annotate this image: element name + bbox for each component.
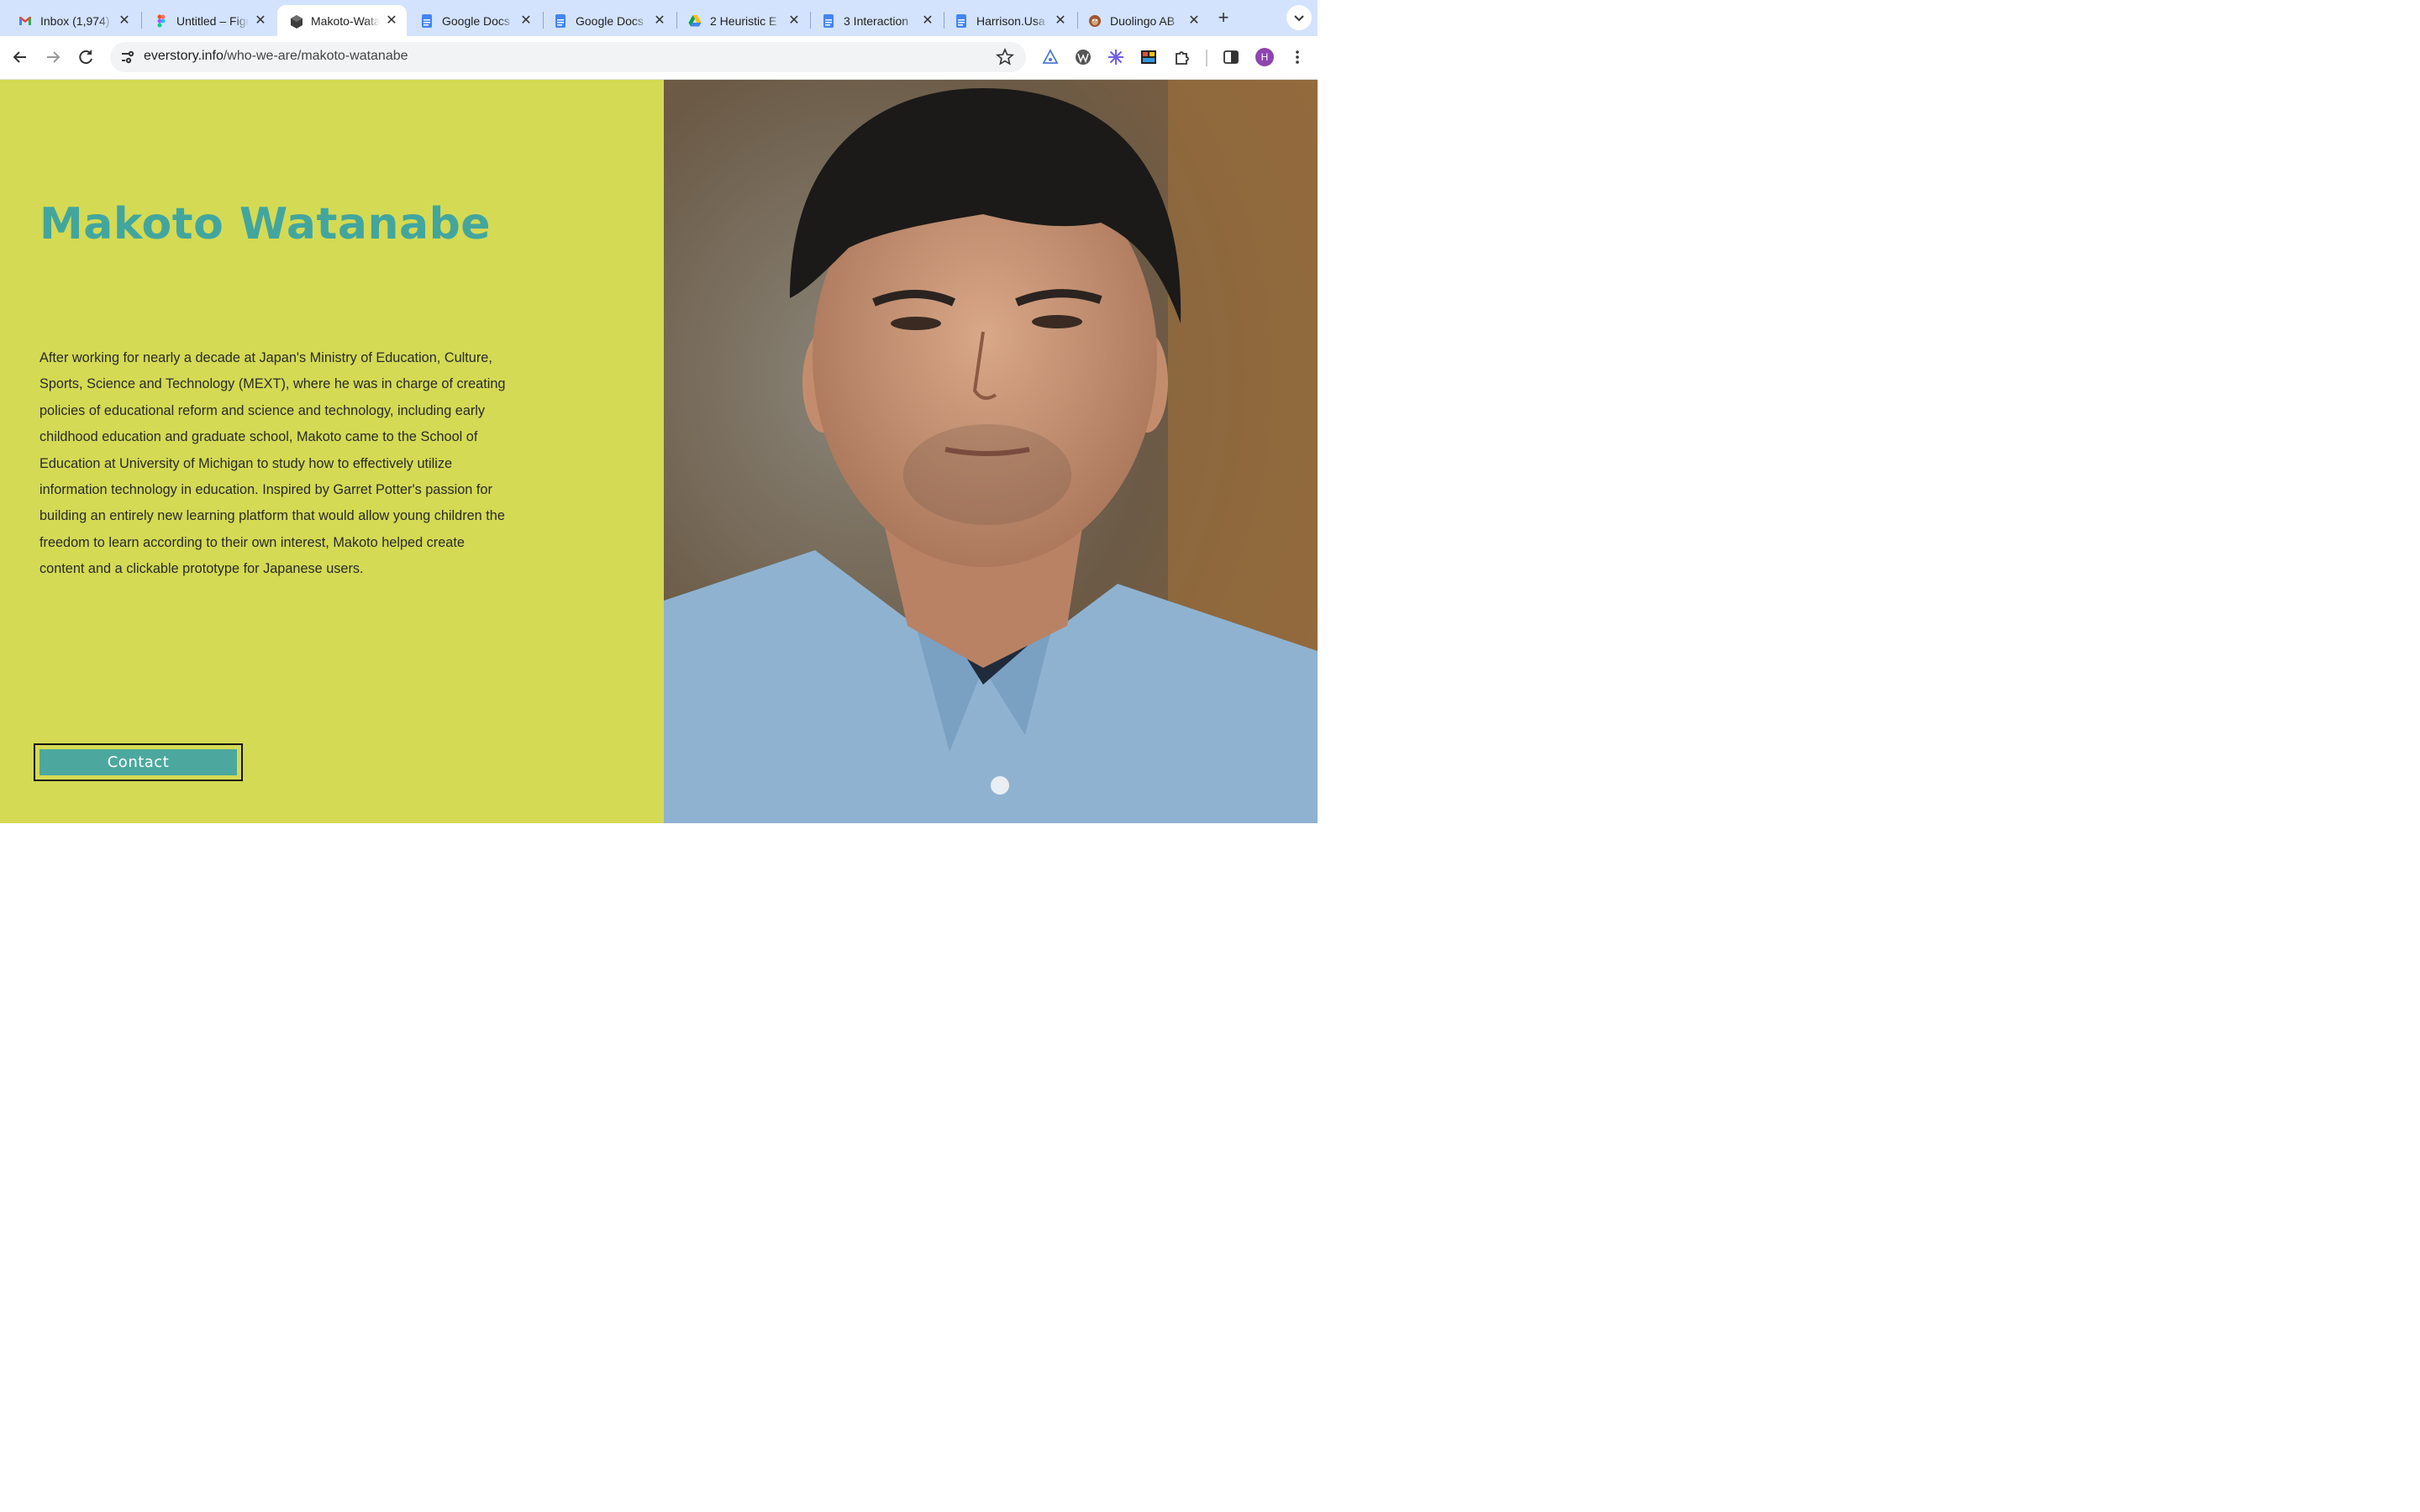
reload-button[interactable] <box>74 45 97 69</box>
bio-paragraph: After working for nearly a decade at Jap… <box>39 350 506 577</box>
browser-toolbar: everstory.info/who-we-are/makoto-watanab… <box>0 36 1318 80</box>
extension-triangle-icon[interactable] <box>1041 48 1060 66</box>
tab-google-docs-2[interactable]: Google Docs ✕ <box>542 5 675 36</box>
tab-heuristic[interactable]: 2 Heuristic E ✕ <box>676 5 809 36</box>
tab-figma[interactable]: Untitled – Figma ✕ <box>143 5 276 36</box>
tab-google-docs-1[interactable]: Google Docs ✕ <box>408 5 541 36</box>
close-icon[interactable]: ✕ <box>118 13 131 28</box>
duolingo-icon <box>1088 14 1102 28</box>
kebab-menu-icon[interactable] <box>1288 48 1307 66</box>
contact-button[interactable]: Contact <box>39 749 237 775</box>
close-icon[interactable]: ✕ <box>519 13 533 28</box>
asterisk-extension-icon[interactable] <box>1107 48 1125 66</box>
tab-separator <box>141 12 142 29</box>
gmail-icon <box>18 14 32 28</box>
bookmark-star-icon[interactable] <box>996 47 1014 66</box>
back-button[interactable] <box>8 45 32 69</box>
portrait-photo <box>664 80 1318 823</box>
new-tab-button[interactable]: + <box>1213 8 1234 29</box>
docs-icon <box>822 13 835 28</box>
close-icon[interactable]: ✕ <box>254 13 267 28</box>
close-icon[interactable]: ✕ <box>921 13 934 28</box>
close-icon[interactable]: ✕ <box>653 13 666 28</box>
tab-title: Inbox (1,974) <box>40 13 110 28</box>
tab-search-button[interactable] <box>1286 5 1312 30</box>
cube-icon <box>289 14 302 29</box>
url-path: /who-we-are/makoto-watanabe <box>223 49 408 63</box>
colorful-extension-icon[interactable] <box>1139 48 1158 66</box>
tab-makoto-watanabe[interactable]: Makoto-Watanabe ✕ <box>277 5 407 36</box>
profile-avatar[interactable]: H <box>1255 48 1274 66</box>
close-icon[interactable]: ✕ <box>1054 13 1067 28</box>
puzzle-piece-icon[interactable] <box>1173 48 1192 66</box>
wordpress-icon[interactable] <box>1074 48 1092 66</box>
tab-title: Google Docs <box>442 13 510 28</box>
address-bar[interactable]: everstory.info/who-we-are/makoto-watanab… <box>110 42 1026 72</box>
tab-strip: Inbox (1,974) ✕ Untitled – Figma ✕ Makot… <box>0 0 1318 36</box>
tab-title: Google Docs <box>576 13 644 28</box>
forward-button[interactable] <box>41 45 65 69</box>
arrow-left-icon <box>13 51 26 63</box>
reload-icon <box>79 50 92 65</box>
toolbar-divider <box>1206 50 1207 66</box>
tab-title: Duolingo AB <box>1110 13 1176 28</box>
contact-button-frame[interactable]: Contact <box>34 743 243 781</box>
tab-gmail[interactable]: Inbox (1,974) ✕ <box>7 5 139 36</box>
web-page: Makoto Watanabe After working for nearly… <box>0 80 1318 823</box>
bio-panel: Makoto Watanabe After working for nearly… <box>0 80 664 823</box>
drive-icon <box>688 14 702 28</box>
site-info-icon[interactable] <box>117 47 137 67</box>
docs-icon <box>554 13 567 28</box>
person-name-heading: Makoto Watanabe <box>39 199 492 249</box>
tab-title: 3 Interaction <box>844 13 909 28</box>
figma-icon <box>155 14 168 28</box>
tab-harrison[interactable]: Harrison.Usa ✕ <box>943 5 1076 36</box>
tab-title: Makoto-Watanabe <box>311 13 380 28</box>
arrow-right-icon <box>47 51 60 63</box>
chevron-down-icon <box>1294 15 1304 22</box>
docs-icon <box>955 13 968 28</box>
url-host: everstory.info <box>144 49 224 63</box>
url-text[interactable]: everstory.info/who-we-are/makoto-watanab… <box>144 49 408 64</box>
tab-title: 2 Heuristic E <box>710 13 777 28</box>
close-icon[interactable]: ✕ <box>1187 13 1201 28</box>
side-panel-icon[interactable] <box>1222 48 1240 66</box>
tab-duolingo[interactable]: Duolingo AB ✕ <box>1076 5 1209 36</box>
close-icon[interactable]: ✕ <box>787 13 801 28</box>
tab-interaction[interactable]: 3 Interaction ✕ <box>810 5 943 36</box>
tab-title: Untitled – Figma <box>176 13 249 28</box>
close-icon[interactable]: ✕ <box>385 13 398 28</box>
docs-icon <box>420 13 434 28</box>
portrait-illustration <box>664 80 1318 823</box>
tab-title: Harrison.Usa <box>976 13 1045 28</box>
